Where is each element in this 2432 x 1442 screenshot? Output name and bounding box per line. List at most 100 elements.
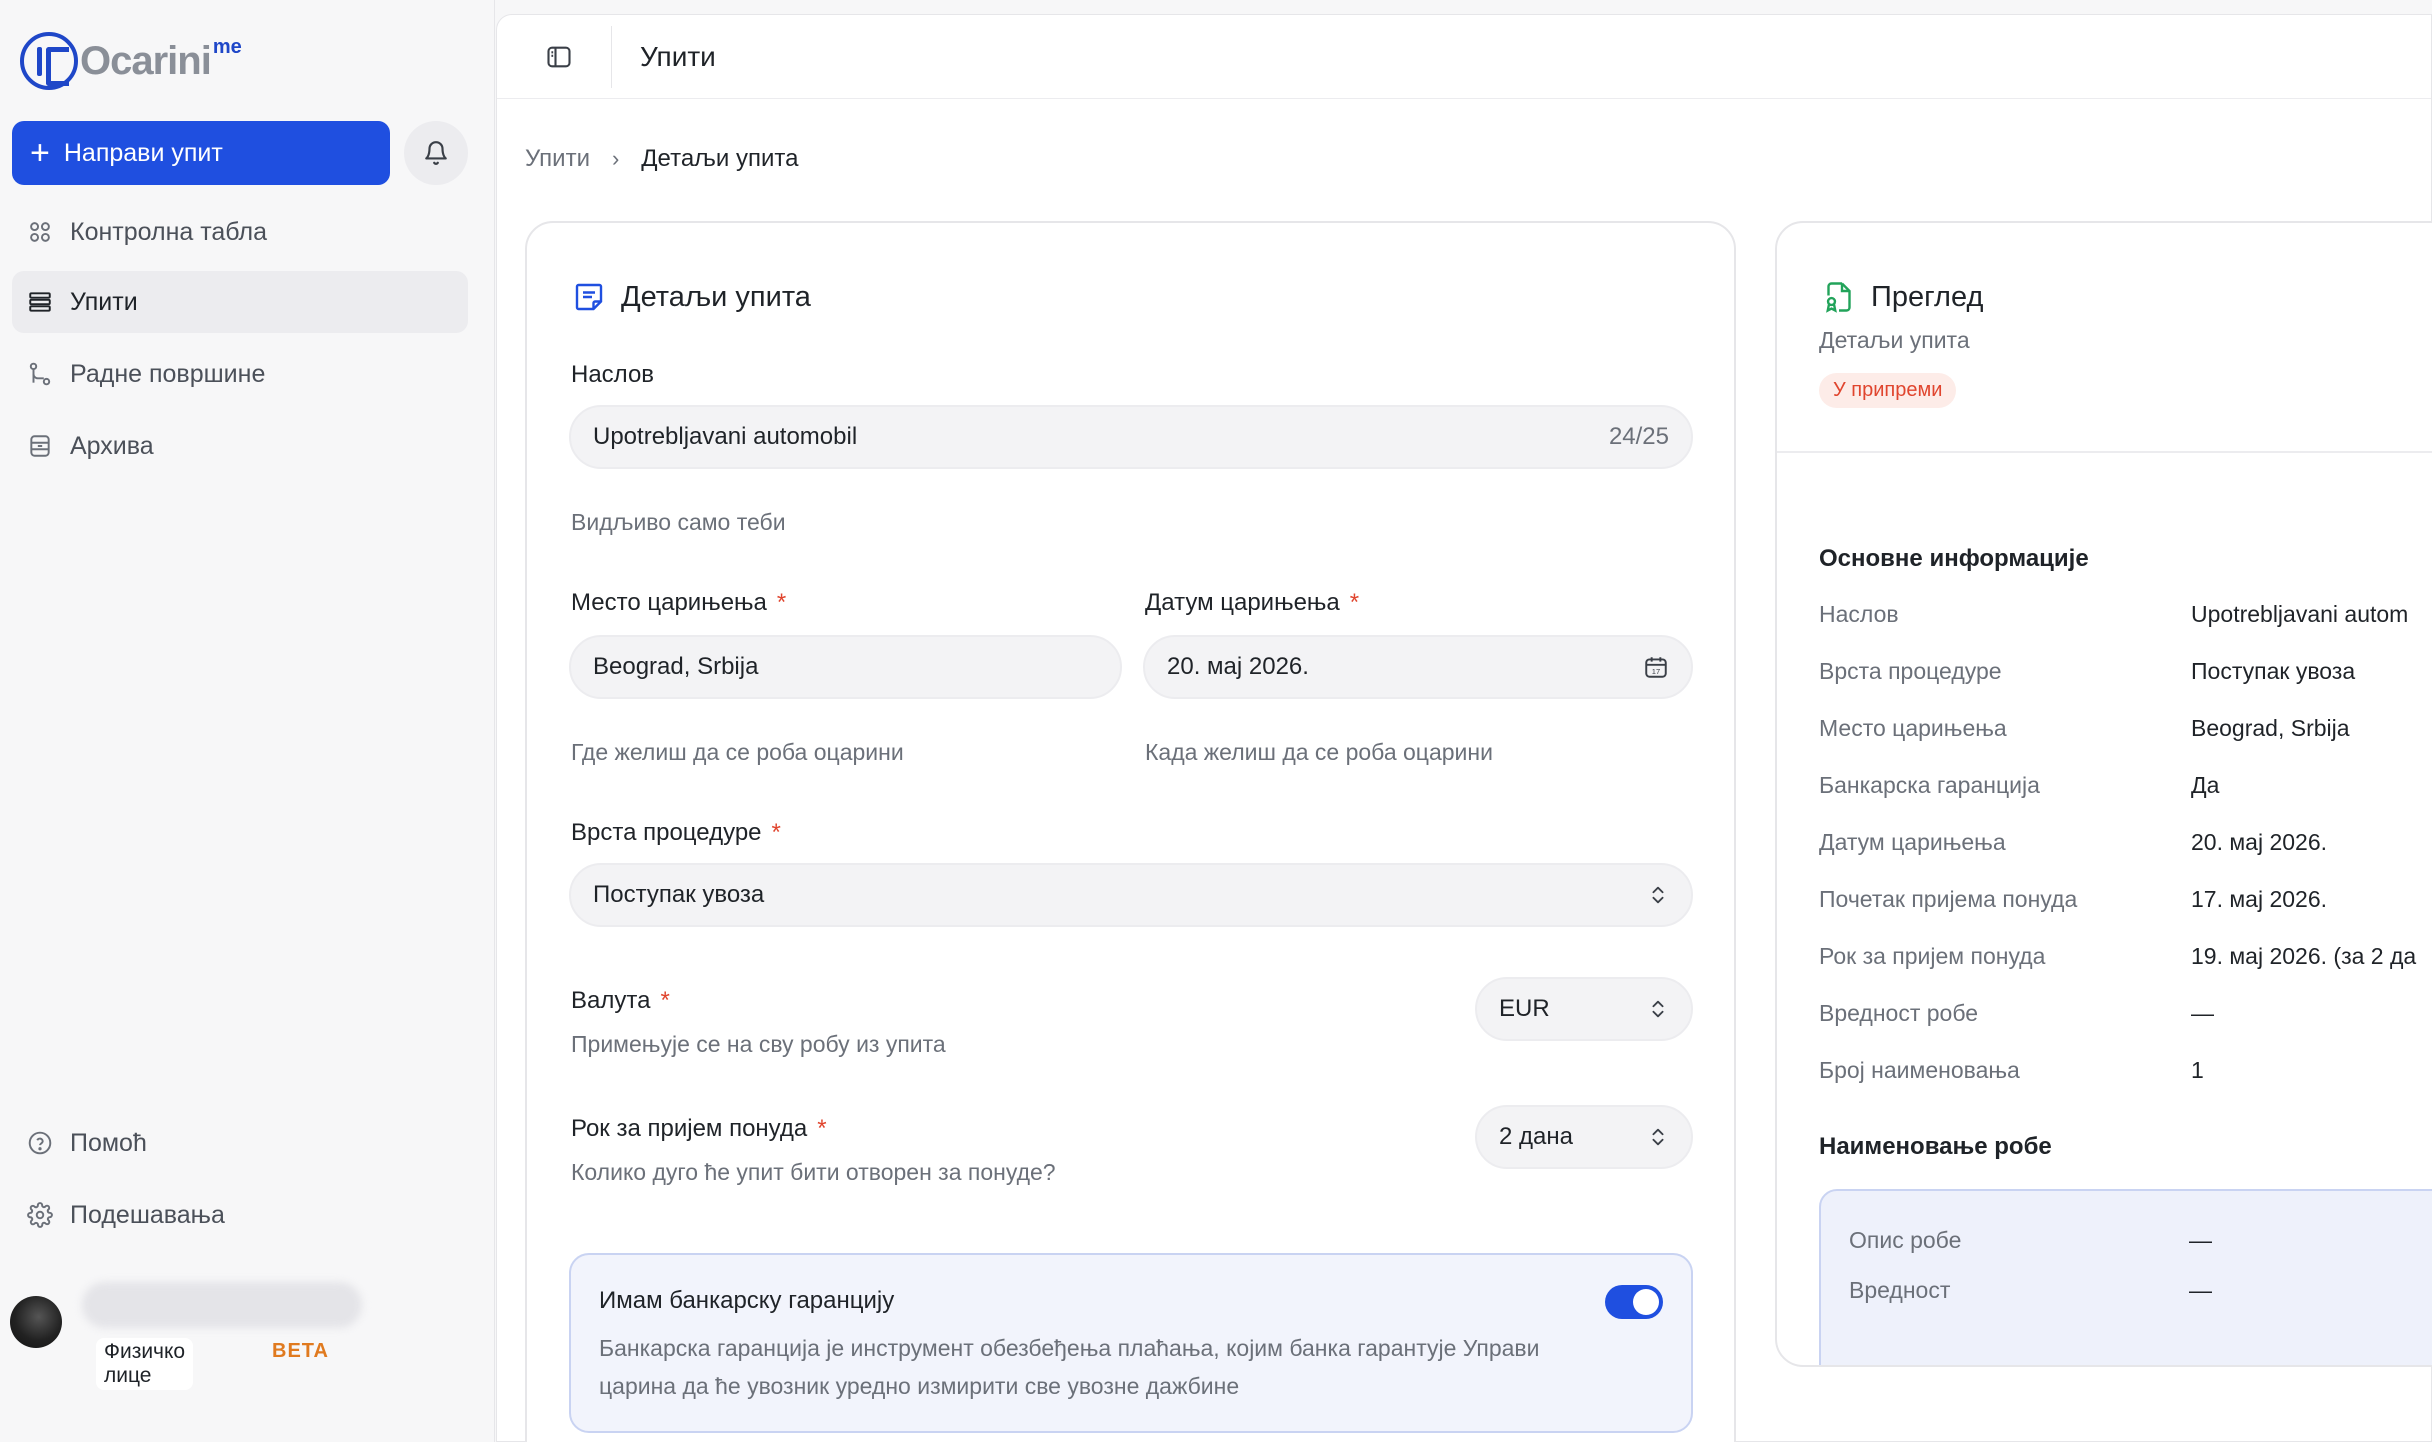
brand-sup: me <box>212 35 242 58</box>
procedure-label: Врста процедуре * <box>571 819 781 846</box>
sidebar-item-inquiries[interactable]: Упити <box>12 271 468 333</box>
sidebar-item-settings[interactable]: Подешавања <box>12 1184 468 1246</box>
breadcrumb-link-inquiries[interactable]: Упити <box>525 145 590 173</box>
help-icon <box>26 1129 54 1157</box>
divider <box>1777 451 2432 453</box>
sidebar-item-label: Упити <box>70 287 138 316</box>
plus-icon: + <box>30 134 50 172</box>
preview-card-header: Преглед <box>1821 279 1983 315</box>
place-input[interactable]: Beograd, Srbija <box>569 635 1122 699</box>
deadline-hint: Колико дуго ће упит бити отворен за пону… <box>571 1159 1056 1185</box>
dashboard-icon <box>26 218 54 246</box>
date-picker[interactable]: 20. мај 2026. 17 <box>1143 635 1693 699</box>
preview-subtitle: Детаљи упита <box>1819 327 1970 353</box>
beta-badge: BETA <box>272 1340 329 1362</box>
preview-card-title: Преглед <box>1871 280 1984 313</box>
date-picker-value: 20. мај 2026. <box>1167 653 1309 680</box>
sidebar: Ocarini me + Направи упит Контролна табл… <box>0 0 495 1442</box>
gear-icon <box>26 1201 54 1229</box>
status-badge: У припреми <box>1819 373 1957 408</box>
note-icon <box>575 283 603 311</box>
form-card-title: Детаљи упита <box>621 280 811 313</box>
place-input-value: Beograd, Srbija <box>593 653 759 680</box>
title-char-counter: 24/25 <box>1608 423 1669 450</box>
title-input[interactable]: Upotrebljavani automobil 24/25 <box>569 405 1693 469</box>
breadcrumb-current: Детаљи упита <box>641 145 799 172</box>
main-content: Упити Упити › Детаљи упита Детаљи упита … <box>496 14 2432 1442</box>
basic-info-heading: Основне информације <box>1819 545 2089 572</box>
summary-row: Врста процедуре Поступак увоза <box>1819 658 2356 684</box>
calendar-icon[interactable]: 17 <box>1643 654 1669 680</box>
document-icon <box>1826 282 1851 313</box>
sidebar-item-archive[interactable]: Архива <box>12 415 468 477</box>
divider <box>611 25 612 88</box>
goods-item-card[interactable]: Опис робе — Вредност — <box>1819 1189 2432 1365</box>
user-name-redacted <box>82 1282 362 1328</box>
svg-text:17: 17 <box>1652 667 1660 676</box>
summary-row: Банкарска гаранција Да <box>1819 772 2220 798</box>
chevron-up-down-icon <box>1647 998 1669 1020</box>
brand-name: Ocarini <box>80 38 212 83</box>
summary-row: Наслов Upotrebljavani autom <box>1819 601 2409 627</box>
notifications-button[interactable] <box>404 121 468 185</box>
brand-logo[interactable]: Ocarini me <box>20 30 242 92</box>
sidebar-item-label: Радне површине <box>70 359 266 388</box>
panel-icon <box>547 46 571 67</box>
sidebar-item-label: Подешавања <box>70 1200 225 1229</box>
page-title: Упити <box>640 40 716 72</box>
summary-row: Почетак пријема понуда 17. мај 2026. <box>1819 886 2328 912</box>
inquiry-form-card: Детаљи упита Наслов Upotrebljavani autom… <box>525 221 1736 1442</box>
currency-hint: Примењује се на сву робу из упита <box>571 1031 946 1057</box>
preview-card: Преглед Детаљи упита У припреми Основне … <box>1775 221 2432 1367</box>
bank-guarantee-toggle[interactable] <box>1605 1285 1663 1319</box>
summary-row: Место цариње‌ња Beograd, Srbija <box>1819 715 2350 741</box>
currency-select[interactable]: EUR <box>1475 977 1693 1041</box>
bank-guarantee-title: Имам банкарску гаранцију <box>599 1287 895 1314</box>
chevron-up-down-icon <box>1647 884 1669 906</box>
title-input-value: Upotrebljavani automobil <box>593 423 858 450</box>
summary-row: Датум цариње‌ња 20. мај 2026. <box>1819 829 2328 855</box>
breadcrumb: Упити › Детаљи упита <box>525 145 798 173</box>
sidebar-item-workspaces[interactable]: Радне површине <box>12 343 468 405</box>
bell-icon <box>425 141 447 165</box>
sidebar-item-dashboard[interactable]: Контролна табла <box>12 201 468 263</box>
summary-row: Рок за пријем понуда 19. мај 2026. (за 2 … <box>1819 943 2417 969</box>
place-label: Место цариње‌ња * <box>571 589 787 616</box>
sidebar-item-label: Помоћ <box>70 1128 147 1157</box>
currency-label: Валута * <box>571 987 670 1014</box>
title-label: Наслов <box>571 361 655 388</box>
avatar <box>10 1296 62 1348</box>
bank-guarantee-description: Банкарска гаранција је инструмент обезбе… <box>599 1335 1540 1399</box>
deadline-select-value: 2 дана <box>1499 1123 1573 1150</box>
sidebar-item-label: Контролна табла <box>70 217 267 246</box>
chevron-right-icon: › <box>611 146 620 171</box>
currency-select-value: EUR <box>1499 995 1550 1022</box>
logo-icon <box>20 32 78 90</box>
sidebar-item-help[interactable]: Помоћ <box>12 1112 468 1174</box>
bank-guarantee-panel: Имам банкарску гаранцију Банкарска гаран… <box>569 1253 1693 1433</box>
archive-icon <box>26 432 54 460</box>
goods-heading: Наименовање робе <box>1819 1133 2052 1160</box>
date-label: Датум цариње‌ња * <box>1145 589 1360 616</box>
procedure-select[interactable]: Поступак увоза <box>569 863 1693 927</box>
sidebar-toggle-button[interactable] <box>527 25 591 89</box>
goods-row: Вредност — <box>1849 1277 2212 1303</box>
new-inquiry-button[interactable]: + Направи упит <box>12 121 390 185</box>
sidebar-item-label: Архива <box>70 431 154 460</box>
goods-row: Опис робе — <box>1849 1227 2212 1253</box>
topbar: Упити <box>497 15 2431 99</box>
place-hint: Где желиш да се роба оцарини <box>571 739 904 765</box>
summary-row: Вредност робе — <box>1819 1000 2214 1026</box>
procedure-select-value: Поступак увоза <box>593 881 765 908</box>
deadline-select[interactable]: 2 дана <box>1475 1105 1693 1169</box>
title-hint: Видљиво само теби <box>571 509 786 535</box>
workspace-icon <box>26 360 54 388</box>
deadline-label: Рок за пријем понуда * <box>571 1115 827 1142</box>
list-icon <box>26 288 54 316</box>
date-hint: Када желиш да се роба оцарини <box>1145 739 1493 765</box>
user-profile[interactable]: Физичко лице BETA <box>10 1282 362 1390</box>
chevron-up-down-icon <box>1647 1126 1669 1148</box>
form-card-header: Детаљи упита <box>571 279 811 315</box>
new-inquiry-label: Направи упит <box>63 138 223 167</box>
summary-row: Број наименовања 1 <box>1819 1057 2204 1083</box>
